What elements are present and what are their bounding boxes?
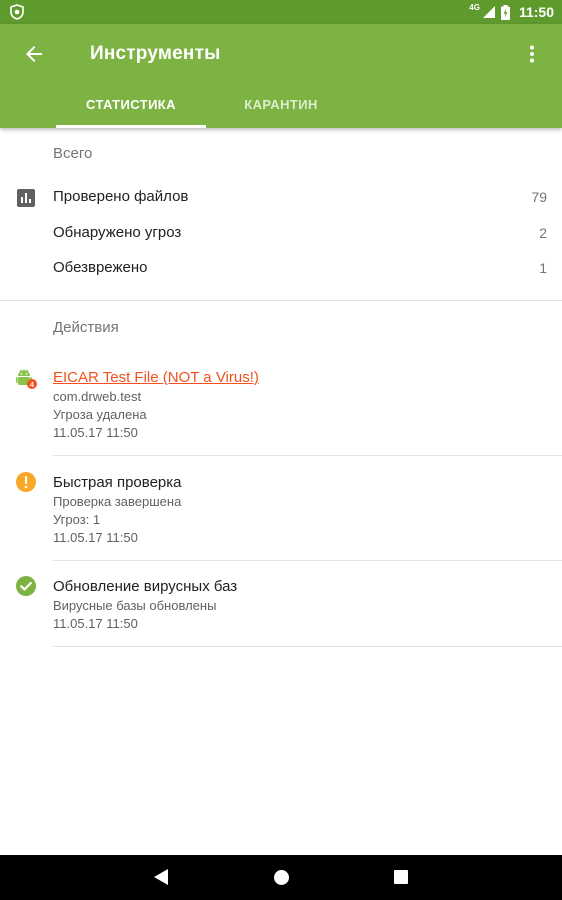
android-threat-icon: 4 bbox=[16, 369, 37, 389]
page-title: Инструменты bbox=[90, 43, 221, 64]
nav-back-icon[interactable] bbox=[153, 868, 169, 886]
stat-row-threats-found: Обнаружено угроз 2 bbox=[0, 215, 562, 251]
stat-value: 79 bbox=[531, 189, 547, 205]
stat-label: Обезврежено bbox=[53, 259, 148, 276]
action-item-eicar[interactable]: 4 EICAR Test File (NOT a Virus!) com.drw… bbox=[0, 360, 562, 455]
stat-value: 2 bbox=[539, 225, 547, 241]
system-nav-bar bbox=[0, 855, 562, 900]
action-detail: Угроз: 1 bbox=[53, 512, 101, 527]
drweb-notification-icon bbox=[10, 4, 24, 20]
nav-home-icon[interactable] bbox=[274, 870, 289, 885]
item-divider bbox=[53, 646, 562, 647]
actions-section-title: Действия bbox=[53, 319, 119, 336]
item-divider bbox=[53, 455, 562, 456]
stat-label: Обнаружено угроз bbox=[53, 224, 182, 241]
action-timestamp: 11.05.17 11:50 bbox=[53, 530, 138, 545]
more-vert-icon[interactable] bbox=[520, 42, 544, 66]
item-divider bbox=[53, 560, 562, 561]
stat-row-neutralized: Обезврежено 1 bbox=[0, 250, 562, 286]
status-bar: 4G 11:50 bbox=[0, 0, 562, 24]
action-title: Обновление вирусных баз bbox=[53, 578, 238, 595]
clock: 11:50 bbox=[518, 4, 554, 20]
tab-statistics[interactable]: СТАТИСТИКА bbox=[56, 80, 206, 128]
stat-label: Проверено файлов bbox=[53, 188, 189, 205]
action-item-virus-db-update[interactable]: Обновление вирусных баз Вирусные базы об… bbox=[0, 569, 562, 646]
network-type: 4G bbox=[469, 2, 480, 12]
svg-text:4: 4 bbox=[30, 382, 34, 389]
action-detail: Угроза удалена bbox=[53, 407, 147, 422]
action-detail: Проверка завершена bbox=[53, 494, 182, 509]
action-detail: com.drweb.test bbox=[53, 389, 142, 404]
action-item-quick-scan[interactable]: Быстрая проверка Проверка завершена Угро… bbox=[0, 465, 562, 560]
tab-bar: СТАТИСТИКА КАРАНТИН bbox=[0, 80, 562, 128]
stat-value: 1 bbox=[539, 260, 547, 276]
back-arrow-icon[interactable] bbox=[22, 42, 46, 66]
signal-icon bbox=[482, 6, 495, 18]
battery-icon bbox=[500, 4, 510, 20]
action-title: Быстрая проверка bbox=[53, 474, 182, 491]
action-detail: Вирусные базы обновлены bbox=[53, 598, 217, 613]
action-timestamp: 11.05.17 11:50 bbox=[53, 616, 138, 631]
check-circle-icon bbox=[16, 576, 36, 596]
status-icons: 4G 11:50 bbox=[469, 0, 554, 24]
app-bar: Инструменты СТАТИСТИКА КАРАНТИН bbox=[0, 24, 562, 128]
section-divider bbox=[0, 300, 562, 301]
active-tab-indicator bbox=[56, 125, 206, 128]
stats-section-title: Всего bbox=[53, 145, 93, 162]
action-timestamp: 11.05.17 11:50 bbox=[53, 425, 138, 440]
bar-chart-icon bbox=[17, 189, 35, 207]
warning-icon bbox=[16, 472, 36, 492]
nav-recents-icon[interactable] bbox=[394, 870, 408, 884]
stat-row-files-checked: Проверено файлов 79 bbox=[0, 179, 562, 215]
action-title[interactable]: EICAR Test File (NOT a Virus!) bbox=[53, 369, 259, 386]
tab-quarantine[interactable]: КАРАНТИН bbox=[206, 80, 356, 128]
